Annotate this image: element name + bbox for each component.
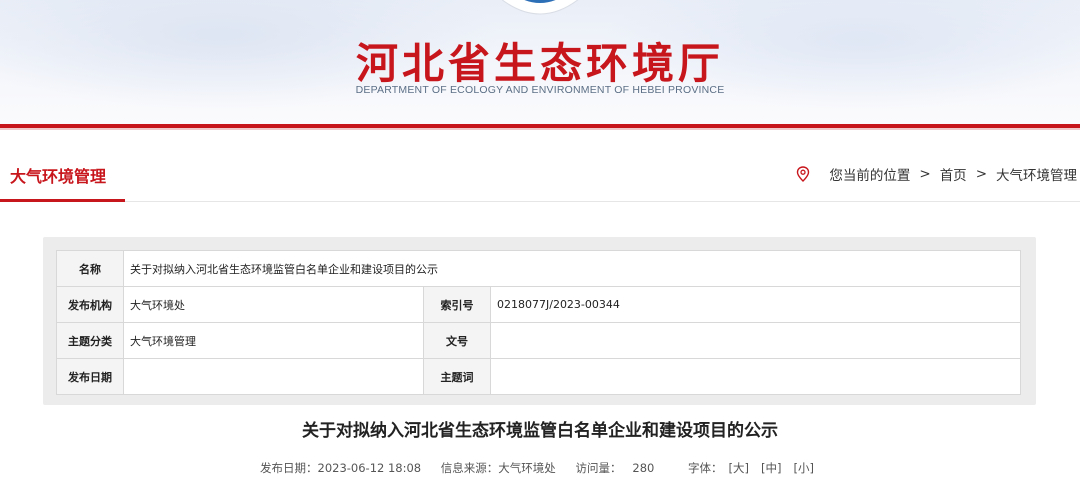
topic-value: 大气环境管理 xyxy=(123,322,424,359)
table-row: 名称 关于对拟纳入河北省生态环境监管白名单企业和建设项目的公示 xyxy=(56,250,1021,287)
header-banner: 河北省生态环境厅 DEPARTMENT OF ECOLOGY AND ENVIR… xyxy=(0,0,1080,124)
index-label: 索引号 xyxy=(423,286,491,323)
article-title: 关于对拟纳入河北省生态环境监管白名单企业和建设项目的公示 xyxy=(302,421,778,441)
index-value: 0218077J/2023-00344 xyxy=(490,286,1021,323)
section-bar: 大气环境管理 您当前的位置 > 首页 > 大气环境管理 xyxy=(0,140,1080,202)
table-row: 主题分类 大气环境管理 文号 xyxy=(56,322,1021,359)
location-pin-icon xyxy=(797,166,810,182)
site-title[interactable]: 河北省生态环境厅 xyxy=(0,30,1080,91)
meta-visits-value: 280 xyxy=(632,461,655,475)
breadcrumb-prefix: 您当前的位置 xyxy=(829,168,911,184)
breadcrumb-separator: > xyxy=(919,166,931,182)
header-divider-shadow xyxy=(0,128,1080,130)
info-table-container: 名称 关于对拟纳入河北省生态环境监管白名单企业和建设项目的公示 发布机构 大气环… xyxy=(43,237,1036,405)
docno-label: 文号 xyxy=(423,322,491,359)
emblem-icon xyxy=(501,0,579,15)
font-medium-button[interactable]: [中] xyxy=(761,461,781,475)
topic-label: 主题分类 xyxy=(56,322,124,359)
date-value xyxy=(123,358,424,395)
section-title[interactable]: 大气环境管理 xyxy=(10,163,106,187)
table-row: 发布日期 主题词 xyxy=(56,358,1021,395)
docno-value xyxy=(490,322,1021,359)
meta-visits-label: 访问量： xyxy=(575,461,622,475)
breadcrumb-separator: > xyxy=(975,166,987,182)
meta-visits: 访问量： 280 xyxy=(575,461,654,475)
font-small-button[interactable]: [小] xyxy=(794,461,814,475)
breadcrumb: 您当前的位置 > 首页 > 大气环境管理 xyxy=(796,164,1077,184)
font-size-label: 字体： xyxy=(688,461,723,475)
font-large-button[interactable]: [大] xyxy=(729,461,749,475)
keywords-label: 主题词 xyxy=(423,358,491,395)
date-label: 发布日期 xyxy=(56,358,124,395)
breadcrumb-home-link[interactable]: 首页 xyxy=(940,164,967,184)
keywords-value xyxy=(490,358,1021,395)
font-size-control: 字体： [大] [中] [小] xyxy=(688,461,820,475)
section-title-underline xyxy=(0,199,125,202)
meta-source: 信息来源：大气环境处 xyxy=(440,461,556,475)
info-table: 名称 关于对拟纳入河北省生态环境监管白名单企业和建设项目的公示 发布机构 大气环… xyxy=(56,250,1021,395)
table-row: 发布机构 大气环境处 索引号 0218077J/2023-00344 xyxy=(56,286,1021,323)
name-label: 名称 xyxy=(56,250,124,287)
meta-date: 发布日期：2023-06-12 18:08 xyxy=(260,461,422,475)
site-subtitle: DEPARTMENT OF ECOLOGY AND ENVIRONMENT OF… xyxy=(355,84,725,96)
breadcrumb-section-link[interactable]: 大气环境管理 xyxy=(996,164,1077,184)
org-label: 发布机构 xyxy=(56,286,124,323)
article-meta: 发布日期：2023-06-12 18:08 信息来源：大气环境处 访问量： 28… xyxy=(0,460,1080,476)
name-value: 关于对拟纳入河北省生态环境监管白名单企业和建设项目的公示 xyxy=(123,250,1021,287)
org-value: 大气环境处 xyxy=(123,286,424,323)
